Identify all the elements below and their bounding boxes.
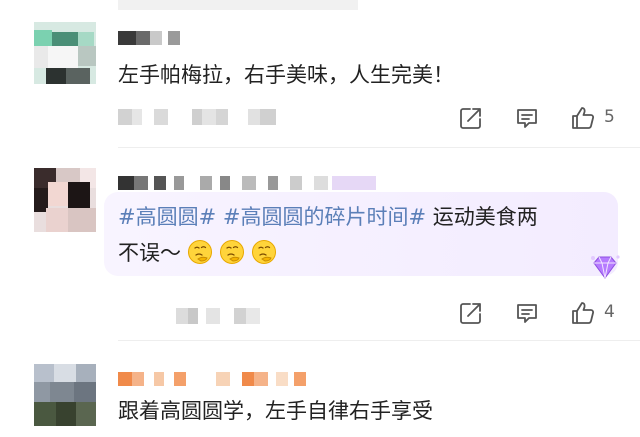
blurred-username (118, 31, 184, 45)
comment-text-line2: 不误～ (118, 236, 277, 270)
like-count: 5 (604, 107, 615, 127)
comment-icon[interactable] (514, 105, 540, 131)
hashtag-link[interactable]: #高圆圆# (118, 205, 216, 229)
hashtag-link[interactable]: #高圆圆的碎片时间# (223, 205, 426, 229)
divider (118, 340, 640, 341)
share-icon[interactable] (458, 105, 484, 131)
thinking-emoji (220, 240, 244, 264)
thinking-emoji (188, 240, 212, 264)
like-count: 4 (604, 302, 615, 322)
comment-text-segment: 不误～ (118, 241, 181, 265)
blurred-username (118, 176, 376, 190)
avatar[interactable] (34, 22, 96, 84)
action-bar: 4 (0, 298, 640, 328)
action-bar: 5 (0, 103, 640, 133)
share-icon[interactable] (458, 300, 484, 326)
comment-icon[interactable] (514, 300, 540, 326)
comment-item: #高圆圆# #高圆圆的碎片时间# 运动美食两 不误～ 4 (0, 148, 640, 342)
blurred-content (118, 0, 358, 10)
thinking-emoji (252, 240, 276, 264)
like-icon[interactable] (570, 300, 596, 326)
comment-text: 左手帕梅拉，右手美味，人生完美！ (118, 63, 454, 87)
comment-text-segment: 运动美食两 (432, 205, 538, 229)
diamond-badge-icon (591, 255, 620, 279)
comment-item: 跟着高圆圆学，左手自律右手享受 (0, 342, 640, 437)
comment-item: 左手帕梅拉，右手美味，人生完美！ 5 (0, 0, 640, 160)
comment-text: 跟着高圆圆学，左手自律右手享受 (118, 399, 433, 423)
avatar[interactable] (34, 168, 96, 232)
avatar[interactable] (34, 364, 96, 426)
comment-text: #高圆圆# #高圆圆的碎片时间# 运动美食两 (118, 200, 538, 234)
like-icon[interactable] (570, 105, 596, 131)
blurred-username (118, 372, 308, 386)
